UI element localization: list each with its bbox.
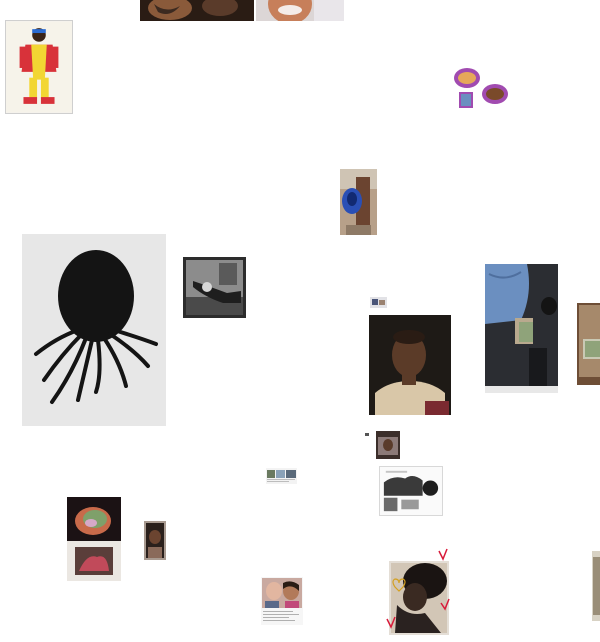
tattoo-photo-icon [140, 0, 254, 21]
face-photo-icon [256, 0, 344, 21]
collage-page-icon [380, 467, 442, 515]
street-photo-icon [340, 169, 377, 235]
cash-photo-icon [577, 303, 600, 385]
artwork-blue-bag-street-photo[interactable] [340, 169, 377, 235]
artwork-braided-octopus-sculpture[interactable] [22, 234, 166, 426]
artwork-small-dark-portrait[interactable] [144, 521, 166, 560]
artwork-heart-doodle-print[interactable] [385, 547, 451, 637]
thumbnail-icon [376, 431, 400, 459]
portrait-icon [369, 315, 451, 415]
collage-icon [451, 64, 509, 112]
artwork-purple-framed-collage[interactable] [451, 64, 509, 112]
artwork-tiny-dot[interactable] [365, 433, 369, 436]
artwork-stacked-colorful-prints[interactable] [67, 497, 121, 581]
clipping-icon [266, 468, 297, 484]
artwork-right-edge-strip[interactable] [592, 551, 600, 621]
hands-photo-icon [183, 257, 246, 318]
artwork-couple-clipping[interactable] [261, 577, 303, 625]
thumbnail-icon [370, 297, 387, 308]
artwork-magazine-clipping[interactable] [266, 468, 297, 484]
artwork-right-edge-cash[interactable] [577, 303, 600, 385]
artwork-tiny-thumb-upper[interactable] [370, 297, 387, 308]
print-stack-icon [67, 497, 121, 581]
print-icon [592, 551, 600, 621]
car-photo-icon [485, 264, 558, 393]
artwork-top-tattoo-crop[interactable] [140, 0, 254, 21]
artwork-red-yellow-suit-figure[interactable] [5, 20, 73, 114]
artwork-bw-collage-page[interactable] [379, 466, 443, 516]
figure-drawing-icon [6, 21, 72, 113]
artwork-top-face-crop[interactable] [256, 0, 344, 21]
artwork-car-interior-cash[interactable] [485, 264, 558, 393]
octopus-sculpture-icon [22, 234, 166, 426]
heart-print-icon [385, 547, 451, 637]
clipping-icon [261, 577, 303, 625]
artwork-bw-hands-photo[interactable] [183, 257, 246, 318]
artwork-small-photo-mid[interactable] [376, 431, 400, 459]
artwork-sepia-portrait[interactable] [369, 315, 451, 415]
portrait-icon [144, 521, 166, 560]
